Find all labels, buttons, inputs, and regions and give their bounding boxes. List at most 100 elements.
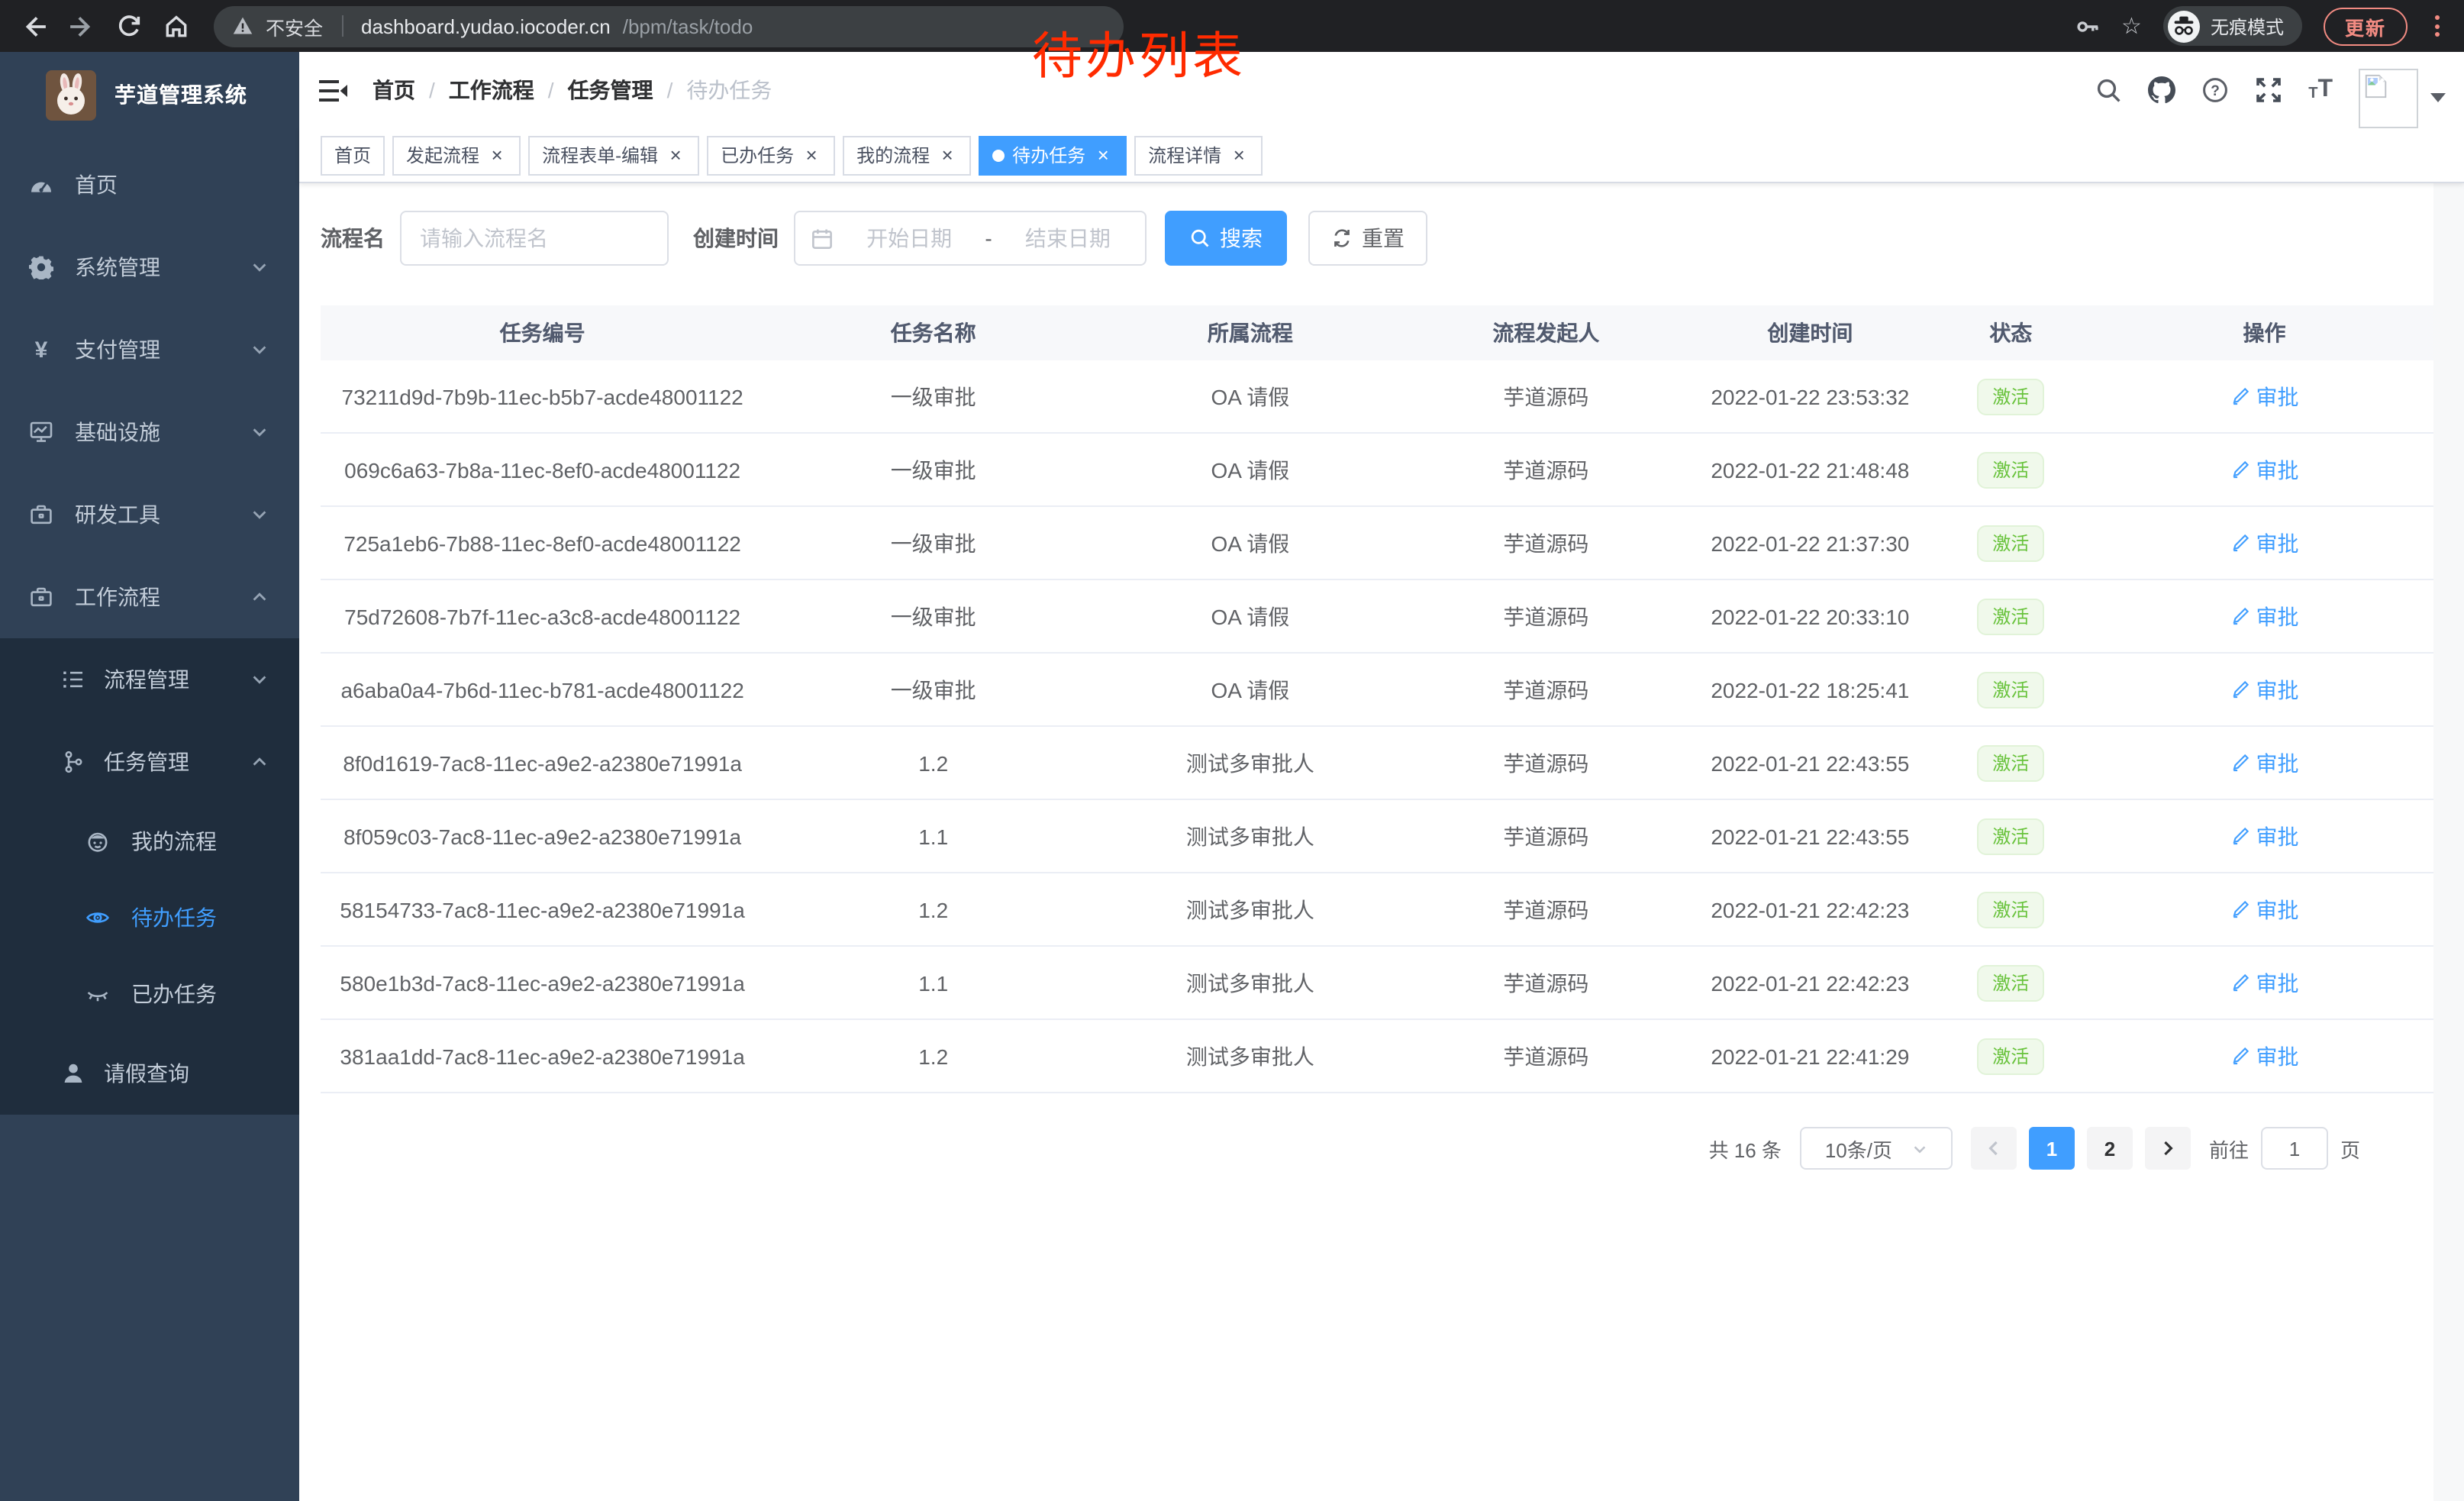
sidebar-item-11[interactable]: 请假查询 <box>0 1032 299 1115</box>
help-icon[interactable]: ? <box>2201 76 2229 104</box>
next-page-button[interactable] <box>2145 1127 2191 1170</box>
sidebar-item-label: 任务管理 <box>104 747 189 777</box>
approve-link[interactable]: 审批 <box>2230 967 2298 998</box>
tab-4[interactable]: 我的流程× <box>843 135 971 175</box>
fullscreen-icon[interactable] <box>2255 76 2282 104</box>
sidebar-item-10[interactable]: 已办任务 <box>0 956 299 1032</box>
created-cell: 2022-01-21 22:43:55 <box>1694 750 1926 775</box>
tab-6[interactable]: 流程详情 × <box>1134 135 1263 175</box>
status-badge: 激活 <box>1977 525 2044 561</box>
date-range-picker[interactable]: 开始日期 - 结束日期 <box>794 211 1147 266</box>
url-host: dashboard.yudao.iocoder.cn <box>361 15 611 37</box>
sidebar-item-5[interactable]: 工作流程 <box>0 556 299 638</box>
status-badge: 激活 <box>1977 598 2044 634</box>
status-badge: 激活 <box>1977 1038 2044 1074</box>
page-button-1[interactable]: 1 <box>2029 1127 2075 1170</box>
status-cell: 激活 <box>1927 818 2095 854</box>
table-row: 381aa1dd-7ac8-11ec-a9e2-a2380e71991a1.2测… <box>321 1020 2433 1093</box>
prev-page-button[interactable] <box>1971 1127 2017 1170</box>
sidebar-item-7[interactable]: 任务管理 <box>0 721 299 803</box>
starter-cell: 芋道源码 <box>1398 967 1695 998</box>
tab-0[interactable]: 首页 <box>321 135 385 175</box>
approve-link[interactable]: 审批 <box>2230 821 2298 851</box>
chevron-down-icon <box>250 341 269 359</box>
bookmark-star-icon[interactable]: ☆ <box>2121 15 2142 37</box>
tab-close-icon[interactable]: × <box>666 145 685 165</box>
sidebar-item-4[interactable]: 研发工具 <box>0 473 299 556</box>
tab-close-icon[interactable]: × <box>1093 145 1113 165</box>
sidebar-item-3[interactable]: 基础设施 <box>0 391 299 473</box>
tab-close-icon[interactable]: × <box>487 145 507 165</box>
approve-link[interactable]: 审批 <box>2230 674 2298 705</box>
approve-link[interactable]: 审批 <box>2230 1041 2298 1071</box>
approve-link-label: 审批 <box>2256 601 2298 631</box>
page-button-2[interactable]: 2 <box>2087 1127 2133 1170</box>
sidebar-item-1[interactable]: 系统管理 <box>0 226 299 308</box>
approve-link[interactable]: 审批 <box>2230 747 2298 778</box>
briefcase-icon <box>29 502 53 527</box>
filter-bar: 流程名 创建时间 开始日期 - 结束日期 <box>321 211 2433 266</box>
approve-link[interactable]: 审批 <box>2230 381 2298 412</box>
back-icon[interactable] <box>21 13 47 39</box>
sidebar-item-8[interactable]: 我的流程 <box>0 803 299 880</box>
actions-cell: 审批 <box>2095 747 2433 778</box>
breadcrumb-workflow[interactable]: 工作流程 <box>449 75 534 105</box>
sidebar-item-9[interactable]: 待办任务 <box>0 880 299 956</box>
breadcrumb-task-mgmt[interactable]: 任务管理 <box>568 75 653 105</box>
tab-label: 流程表单-编辑 <box>542 142 658 168</box>
tab-label: 流程详情 <box>1148 142 1221 168</box>
scrollbar-gutter[interactable] <box>2433 183 2464 1501</box>
tab-close-icon[interactable]: × <box>801 145 821 165</box>
tab-1[interactable]: 发起流程× <box>392 135 521 175</box>
security-label[interactable]: 不安全 <box>266 11 323 40</box>
task-name-cell: 1.2 <box>764 897 1102 922</box>
sidebar-item-2[interactable]: ¥支付管理 <box>0 308 299 391</box>
sidebar-collapse-icon[interactable] <box>299 77 366 103</box>
approve-link[interactable]: 审批 <box>2230 601 2298 631</box>
app-logo-row[interactable]: 芋道管理系统 <box>0 52 299 137</box>
font-size-icon[interactable]: TT <box>2308 78 2333 102</box>
goto-page-input[interactable] <box>2261 1127 2328 1170</box>
svg-text:?: ? <box>2211 83 2220 99</box>
actions-cell: 审批 <box>2095 967 2433 998</box>
edit-pencil-icon <box>2230 679 2250 699</box>
tab-3[interactable]: 已办任务× <box>707 135 835 175</box>
tab-close-icon[interactable]: × <box>1229 145 1249 165</box>
edit-pencil-icon <box>2230 460 2250 479</box>
chevron-down-icon <box>250 505 269 524</box>
col-task-id: 任务编号 <box>321 318 764 348</box>
user-avatar[interactable] <box>2359 68 2446 128</box>
search-icon[interactable] <box>2095 76 2122 104</box>
tab-2[interactable]: 流程表单-编辑 × <box>528 135 699 175</box>
breadcrumb-home[interactable]: 首页 <box>373 75 415 105</box>
tab-5[interactable]: 待办任务× <box>979 135 1127 175</box>
page-size-select[interactable]: 10条/页 <box>1800 1127 1953 1170</box>
task-id-cell: 58154733-7ac8-11ec-a9e2-a2380e71991a <box>321 897 764 922</box>
home-icon[interactable] <box>163 13 189 39</box>
github-icon[interactable] <box>2148 76 2175 104</box>
password-key-icon[interactable] <box>2074 13 2100 39</box>
approve-link[interactable]: 审批 <box>2230 454 2298 485</box>
process-name-input[interactable] <box>400 211 669 266</box>
table-row: a6aba0a4-7b6d-11ec-b781-acde48001122一级审批… <box>321 654 2433 727</box>
app-logo-rabbit <box>46 69 96 120</box>
reset-button[interactable]: 重置 <box>1308 211 1427 266</box>
address-bar[interactable]: 不安全 dashboard.yudao.iocoder.cn/bpm/task/… <box>214 5 1124 47</box>
approve-link[interactable]: 审批 <box>2230 528 2298 558</box>
approve-link-label: 审批 <box>2256 381 2298 412</box>
process-cell: OA 请假 <box>1102 601 1398 631</box>
reload-icon[interactable] <box>116 13 142 39</box>
tab-close-icon[interactable]: × <box>937 145 957 165</box>
todo-task-table: 任务编号 任务名称 所属流程 流程发起人 创建时间 状态 操作 73211d9d… <box>321 305 2433 1093</box>
update-button[interactable]: 更新 <box>2324 7 2408 45</box>
browser-menu-icon[interactable] <box>2429 15 2446 37</box>
actions-cell: 审批 <box>2095 381 2433 412</box>
approve-link[interactable]: 审批 <box>2230 894 2298 925</box>
search-button[interactable]: 搜索 <box>1165 211 1287 266</box>
sidebar-item-0[interactable]: 首页 <box>0 144 299 226</box>
tags-view: 首页发起流程×流程表单-编辑×已办任务×我的流程×待办任务×流程详情× <box>299 128 2464 183</box>
edit-pencil-icon <box>2230 753 2250 773</box>
end-date-placeholder: 结束日期 <box>1006 223 1130 253</box>
forward-icon[interactable] <box>69 13 95 39</box>
sidebar-item-6[interactable]: 流程管理 <box>0 638 299 721</box>
